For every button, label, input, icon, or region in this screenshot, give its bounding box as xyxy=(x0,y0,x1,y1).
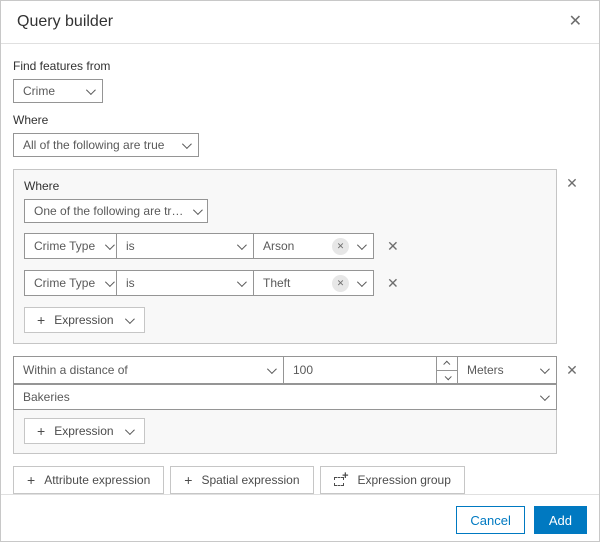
add-attribute-expression-button[interactable]: + Attribute expression xyxy=(13,466,165,494)
expression-actions: + Attribute expression + Spatial express… xyxy=(13,466,587,494)
distance-input[interactable] xyxy=(284,363,436,377)
find-features-select[interactable]: Crime xyxy=(13,79,103,103)
chevron-down-icon xyxy=(105,276,116,287)
chevron-up-icon xyxy=(442,360,450,368)
chevron-down-icon xyxy=(356,239,367,250)
chevron-down-icon xyxy=(356,276,367,287)
plus-icon: + xyxy=(37,312,46,328)
chevron-down-icon xyxy=(193,204,204,215)
group1-add-expression-button[interactable]: + Expression xyxy=(24,307,145,333)
chevron-down-icon xyxy=(236,276,247,287)
spatial-mode-value: Within a distance of xyxy=(23,363,128,377)
row2-operator-value: is xyxy=(126,276,135,290)
group1-add-expression-label: Expression xyxy=(54,313,114,327)
row2-operator-select[interactable]: is xyxy=(116,270,254,296)
plus-icon: + xyxy=(37,423,46,439)
expression-row-1: Crime Type is Arson ✕ ✕ xyxy=(24,233,546,259)
attribute-expression-label: Attribute expression xyxy=(44,473,151,487)
expression-group-1: Where One of the following are tr… Crime… xyxy=(13,169,587,344)
chevron-down-icon xyxy=(124,424,135,435)
group1-where-label: Where xyxy=(24,179,60,193)
row1-field-select[interactable]: Crime Type xyxy=(24,233,117,259)
dialog-body: Find features from Crime Where All of th… xyxy=(1,44,599,494)
add-spatial-expression-button[interactable]: + Spatial expression xyxy=(170,466,314,494)
spatial-expression-label: Spatial expression xyxy=(201,473,300,487)
chevron-down-icon xyxy=(105,239,116,250)
spatial-mode-select[interactable]: Within a distance of xyxy=(13,356,284,384)
spatial-expression-group: Within a distance of 100 Meters Bakeries… xyxy=(13,356,587,454)
expression-group-1-box: Where One of the following are tr… Crime… xyxy=(13,169,557,344)
row2-field-select[interactable]: Crime Type xyxy=(24,270,117,296)
plus-icon: + xyxy=(184,472,193,488)
row1-operator-select[interactable]: is xyxy=(116,233,254,259)
row2-value: Theft xyxy=(263,276,291,290)
dialog-title: Query builder xyxy=(17,13,114,30)
group1-operator-select[interactable]: One of the following are tr… xyxy=(24,199,208,223)
find-features-label: Find features from xyxy=(13,59,111,73)
row1-operator-value: is xyxy=(126,239,135,253)
row1-delete-button[interactable]: ✕ xyxy=(387,239,399,253)
group1-delete-button[interactable]: ✕ xyxy=(566,176,578,190)
add-expression-group-button[interactable]: + Expression group xyxy=(319,466,465,494)
expression-row-2: Crime Type is Theft ✕ ✕ xyxy=(24,270,546,296)
stepper-down-button[interactable] xyxy=(437,370,457,383)
dialog-header: Query builder ✕ xyxy=(1,1,599,44)
layer-value: Bakeries xyxy=(23,390,70,404)
row2-field-value: Crime Type xyxy=(34,276,96,290)
spatial-expression-box: Within a distance of 100 Meters Bakeries… xyxy=(13,356,557,454)
row2-clear-value-icon[interactable]: ✕ xyxy=(332,274,349,292)
unit-select[interactable]: Meters xyxy=(457,356,557,384)
chevron-down-icon xyxy=(124,313,135,324)
layer-select[interactable]: Bakeries xyxy=(13,384,557,410)
stepper-up-button[interactable] xyxy=(437,357,457,370)
dialog-footer: Cancel Add xyxy=(1,494,599,541)
row1-value-select[interactable]: Arson ✕ xyxy=(253,233,374,259)
group2-add-expression-label: Expression xyxy=(54,424,114,438)
chevron-down-icon xyxy=(539,363,550,374)
chevron-down-icon xyxy=(539,390,550,401)
chevron-down-icon xyxy=(266,363,277,374)
chevron-down-icon xyxy=(181,138,192,149)
row2-value-select[interactable]: Theft ✕ xyxy=(253,270,374,296)
find-features-value: Crime xyxy=(23,84,55,98)
distance-stepper xyxy=(436,357,457,383)
row1-value: Arson xyxy=(263,239,295,253)
row1-field-value: Crime Type xyxy=(34,239,96,253)
chevron-down-icon xyxy=(444,372,452,380)
distance-input-group xyxy=(283,356,458,384)
group2-add-expression-button[interactable]: + Expression xyxy=(24,418,145,444)
row1-clear-value-icon[interactable]: ✕ xyxy=(332,237,349,255)
query-builder-dialog: Query builder ✕ Find features from Crime… xyxy=(0,0,600,542)
expression-group-icon: + xyxy=(333,470,349,486)
spatial-row: Within a distance of 100 Meters xyxy=(13,356,557,384)
expression-group-label: Expression group xyxy=(357,473,451,487)
plus-icon: + xyxy=(27,472,36,488)
where-operator-value: All of the following are true xyxy=(23,138,165,152)
group1-operator-value: One of the following are tr… xyxy=(34,204,184,218)
where-operator-select[interactable]: All of the following are true xyxy=(13,133,199,157)
where-label: Where xyxy=(13,113,49,127)
close-icon[interactable]: ✕ xyxy=(569,14,582,30)
chevron-down-icon xyxy=(236,239,247,250)
cancel-button[interactable]: Cancel xyxy=(456,506,525,534)
row2-delete-button[interactable]: ✕ xyxy=(387,276,399,290)
group2-delete-button[interactable]: ✕ xyxy=(566,363,578,377)
chevron-down-icon xyxy=(85,84,96,95)
unit-value: Meters xyxy=(467,363,504,377)
add-button[interactable]: Add xyxy=(533,506,587,534)
